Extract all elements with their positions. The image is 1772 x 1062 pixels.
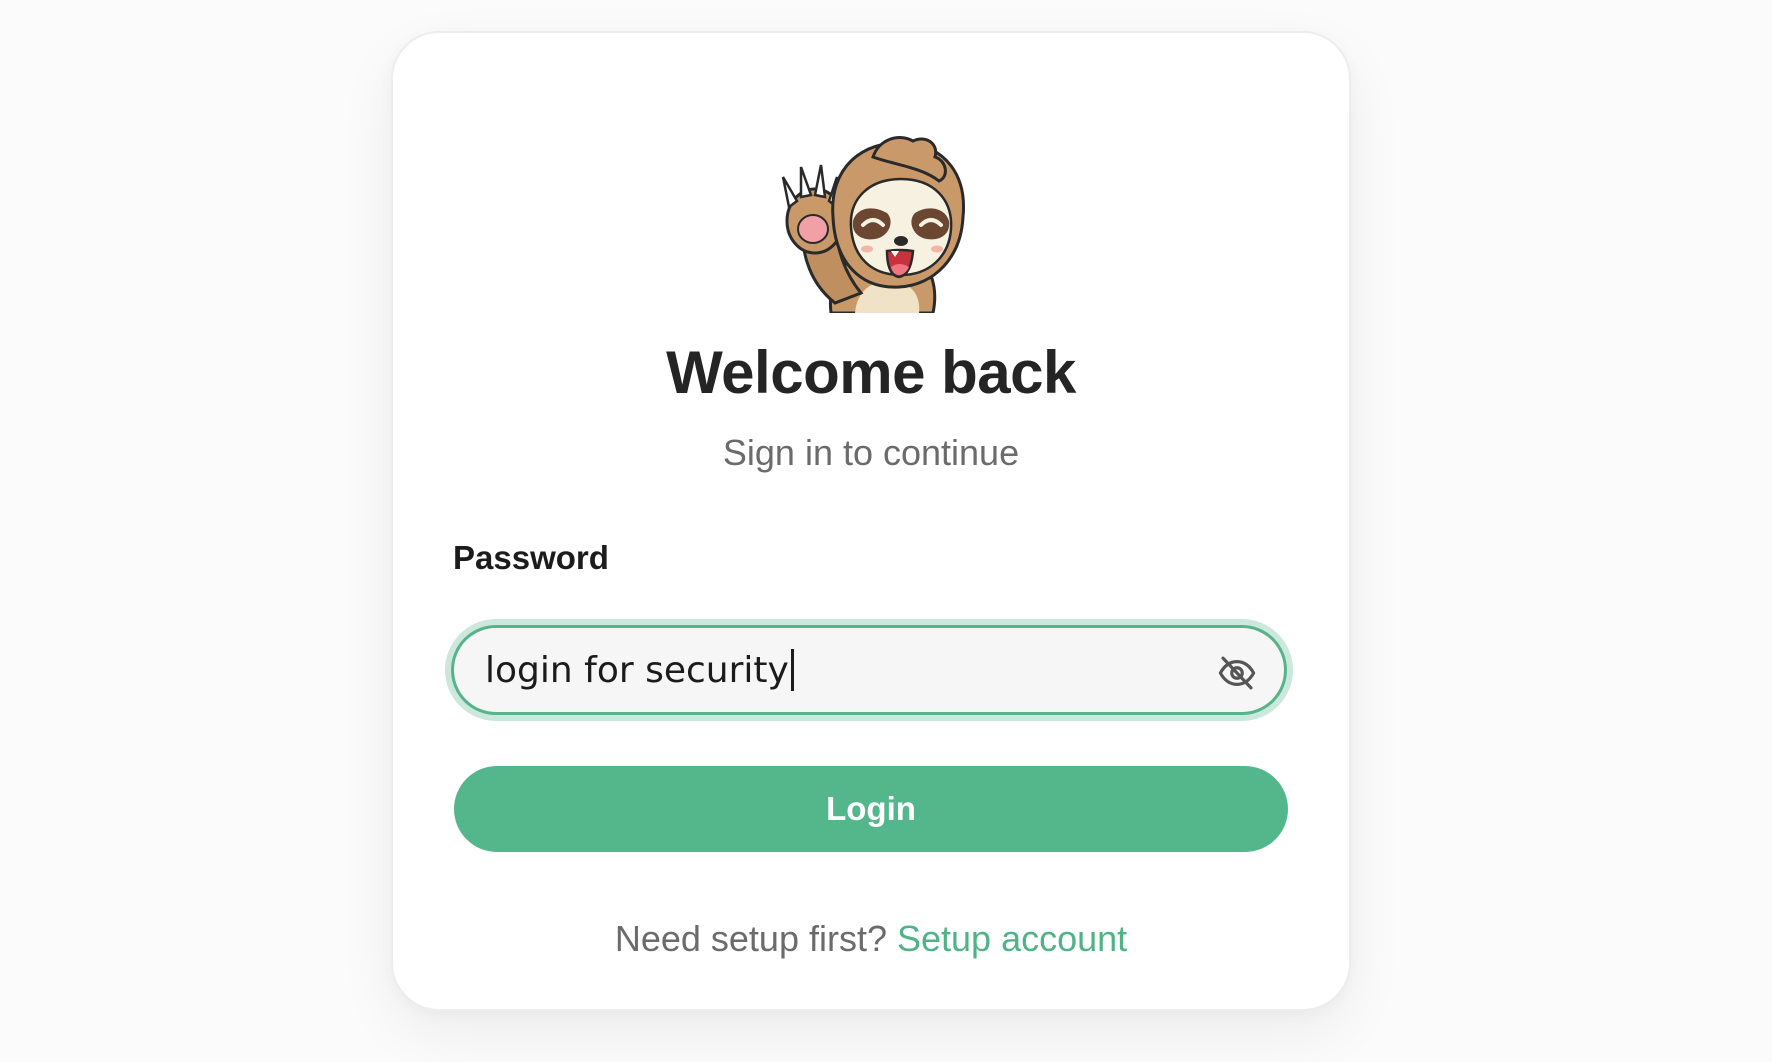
password-value[interactable]: login for security <box>454 650 789 691</box>
setup-prompt-text: Need setup first? <box>614 918 887 959</box>
setup-account-link[interactable]: Setup account <box>897 918 1127 959</box>
setup-prompt: Need setup first? Setup account <box>393 917 1349 960</box>
password-label: Password <box>453 539 609 576</box>
text-caret <box>790 649 794 691</box>
page-title: Welcome back <box>666 339 1076 406</box>
page-subtitle: Sign in to continue <box>722 432 1020 473</box>
eye-off-icon[interactable] <box>1216 652 1258 694</box>
login-button[interactable]: Login <box>454 766 1288 852</box>
sloth-mascot-icon <box>781 136 965 313</box>
password-field[interactable]: login for security <box>451 625 1287 715</box>
login-card: Welcome back Sign in to continue Passwor… <box>391 31 1351 1011</box>
